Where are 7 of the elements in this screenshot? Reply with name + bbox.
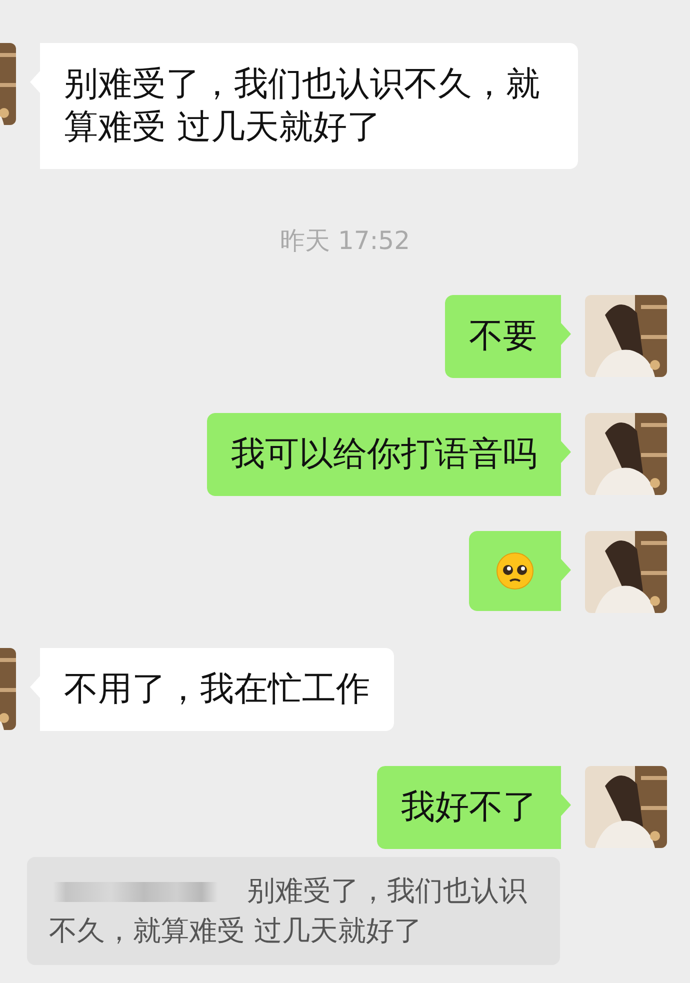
received-message: 别难受了，我们也认识不久，就算难受 过几天就好了 (30, 43, 578, 169)
received-message: 不用了，我在忙工作 (30, 648, 394, 731)
sent-message: 我好不了 (377, 766, 571, 849)
pleading-face-icon (495, 551, 535, 591)
sent-message: 不要 (445, 295, 571, 378)
timestamp: 昨天 17:52 (280, 225, 410, 257)
sent-message: 我可以给你打语音吗 (207, 413, 571, 496)
